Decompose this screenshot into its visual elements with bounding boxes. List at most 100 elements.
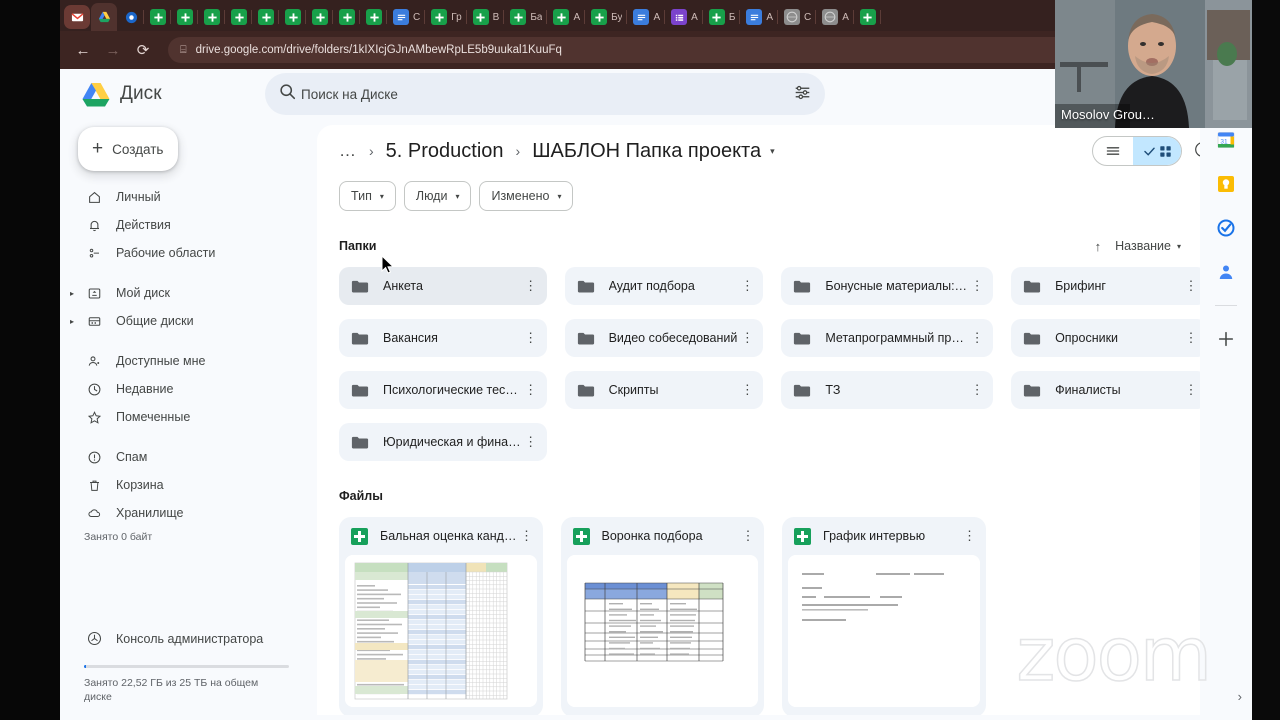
folder-card[interactable]: Видео собеседований ⋮ (564, 319, 764, 357)
folder-more-options-icon[interactable]: ⋮ (521, 434, 541, 450)
browser-tab[interactable]: Бу (586, 3, 628, 31)
folder-card[interactable]: Метапрограммный пр… ⋮ (781, 319, 994, 357)
browser-tab[interactable] (361, 3, 387, 31)
webcam-video-tile[interactable]: Mosolov Grou… (1055, 0, 1252, 128)
sidebar-item-shared-with-me[interactable]: Доступные мне (60, 347, 303, 375)
folder-card[interactable]: Анкета ⋮ (339, 267, 547, 305)
chevron-down-icon[interactable]: ▾ (770, 146, 775, 157)
add-app-icon[interactable] (1215, 328, 1237, 350)
sidebar-item-workspaces[interactable]: Рабочие области (60, 239, 303, 267)
sidebar-item-spam[interactable]: Спам (60, 443, 303, 471)
folder-card[interactable]: Опросники ⋮ (1011, 319, 1207, 357)
list-view-button[interactable] (1093, 137, 1133, 165)
browser-tab[interactable] (226, 3, 252, 31)
browser-tab[interactable]: А (666, 3, 703, 31)
folder-card[interactable]: Психологические тес… ⋮ (339, 371, 547, 409)
browser-tab[interactable] (253, 3, 279, 31)
browser-tab[interactable] (118, 3, 144, 31)
folder-more-options-icon[interactable]: ⋮ (967, 330, 987, 346)
file-more-options-icon[interactable]: ⋮ (960, 528, 980, 544)
sidebar-item-home[interactable]: Личный (60, 183, 303, 211)
chevron-right-icon[interactable]: ▸ (70, 317, 74, 326)
folder-more-options-icon[interactable]: ⋮ (521, 330, 541, 346)
address-bar[interactable]: ⌸ drive.google.com/drive/folders/1kIXIcj… (168, 37, 1182, 63)
breadcrumb-parent[interactable]: 5. Production (386, 140, 504, 163)
filter-chip-люди[interactable]: Люди ▾ (403, 181, 472, 211)
browser-tab[interactable] (172, 3, 198, 31)
drive-logo-link[interactable]: Диск (60, 82, 265, 107)
sort-direction-icon[interactable]: ↑ (1095, 239, 1102, 254)
browser-tab[interactable]: Гр (426, 3, 467, 31)
folder-more-options-icon[interactable]: ⋮ (737, 382, 757, 398)
folder-card[interactable]: Финалисты ⋮ (1011, 371, 1207, 409)
breadcrumb-current[interactable]: ШАБЛОН Папка проекта (532, 140, 761, 163)
sidebar-item-shared-drives[interactable]: ▸ Общие диски (60, 307, 303, 335)
folder-card[interactable]: Аудит подбора ⋮ (564, 267, 764, 305)
browser-tab[interactable] (64, 5, 90, 29)
calendar-icon[interactable]: 31 (1215, 129, 1237, 151)
browser-tab[interactable] (280, 3, 306, 31)
folder-more-options-icon[interactable]: ⋮ (737, 278, 757, 294)
folder-card[interactable]: Брифинг ⋮ (1011, 267, 1207, 305)
browser-tab[interactable] (307, 3, 333, 31)
search-input[interactable]: Поиск на Диске (265, 73, 825, 115)
folder-card[interactable]: Скрипты ⋮ (564, 371, 764, 409)
sidebar-item-recent[interactable]: Недавние (60, 375, 303, 403)
folder-card[interactable]: Юридическая и фина… ⋮ (339, 423, 547, 461)
file-card[interactable]: График интервью ⋮ (782, 517, 986, 715)
browser-tab[interactable]: А (628, 3, 666, 31)
browser-tab[interactable]: C (388, 3, 426, 31)
browser-tab[interactable] (199, 3, 225, 31)
chevron-right-icon[interactable]: ▸ (70, 289, 74, 298)
browser-tab[interactable]: A (817, 3, 854, 31)
filter-chip-изменено[interactable]: Изменено ▾ (479, 181, 574, 211)
keep-icon[interactable] (1215, 173, 1237, 195)
sidebar-item-my-drive[interactable]: ▸ Мой диск (60, 279, 303, 307)
folder-card[interactable]: Вакансия ⋮ (339, 319, 547, 357)
browser-tab[interactable]: C (779, 3, 817, 31)
grid-view-button[interactable] (1133, 137, 1181, 165)
folder-more-options-icon[interactable]: ⋮ (1181, 278, 1201, 294)
folder-more-options-icon[interactable]: ⋮ (1181, 330, 1201, 346)
folder-more-options-icon[interactable]: ⋮ (967, 382, 987, 398)
folder-more-options-icon[interactable]: ⋮ (1181, 382, 1201, 398)
browser-tab[interactable] (145, 3, 171, 31)
browser-tab[interactable] (91, 3, 117, 31)
contacts-icon[interactable] (1215, 261, 1237, 283)
breadcrumb-overflow[interactable]: … (339, 141, 357, 161)
folder-more-options-icon[interactable]: ⋮ (521, 382, 541, 398)
filter-chip-тип[interactable]: Тип ▾ (339, 181, 396, 211)
file-card[interactable]: Воронка подбора ⋮ (560, 517, 764, 715)
tasks-icon[interactable] (1215, 217, 1237, 239)
file-more-options-icon[interactable]: ⋮ (738, 528, 758, 544)
sidebar-item-cloud[interactable]: Хранилище (60, 499, 303, 527)
tune-icon[interactable] (794, 84, 811, 105)
browser-tab[interactable]: В (468, 3, 505, 31)
browser-tab[interactable]: Ба (505, 3, 548, 31)
expand-panel-chevron-icon[interactable]: › (1238, 689, 1242, 704)
folder-card[interactable]: Бонусные материалы:… ⋮ (781, 267, 994, 305)
file-card[interactable]: Бальная оценка канд… ⋮ (339, 517, 543, 715)
browser-tab[interactable]: А (741, 3, 779, 31)
file-more-options-icon[interactable]: ⋮ (517, 528, 537, 544)
browser-tab[interactable] (855, 3, 881, 31)
sidebar-item-bell[interactable]: Действия (60, 211, 303, 239)
folder-more-options-icon[interactable]: ⋮ (521, 278, 541, 294)
forward-icon[interactable]: → (100, 37, 126, 63)
browser-tab[interactable]: Б (704, 3, 741, 31)
sort-field-label[interactable]: Название (1115, 239, 1171, 253)
browser-tab[interactable]: А (548, 3, 586, 31)
new-button[interactable]: + Создать (78, 127, 178, 171)
reload-icon[interactable]: ⟳ (130, 37, 156, 63)
sidebar-item-star[interactable]: Помеченные (60, 403, 303, 431)
sidebar-item-admin-console[interactable]: Консоль администратора (60, 625, 303, 653)
folder-more-options-icon[interactable]: ⋮ (737, 330, 757, 346)
folder-card[interactable]: ТЗ ⋮ (781, 371, 994, 409)
browser-tab[interactable] (334, 3, 360, 31)
back-icon[interactable]: ← (70, 37, 96, 63)
folder-more-options-icon[interactable]: ⋮ (967, 278, 987, 294)
site-info-icon[interactable]: ⌸ (180, 44, 187, 57)
sidebar-item-trash[interactable]: Корзина (60, 471, 303, 499)
chevron-down-icon[interactable]: ▾ (1177, 242, 1181, 251)
tab-separator (626, 10, 628, 24)
